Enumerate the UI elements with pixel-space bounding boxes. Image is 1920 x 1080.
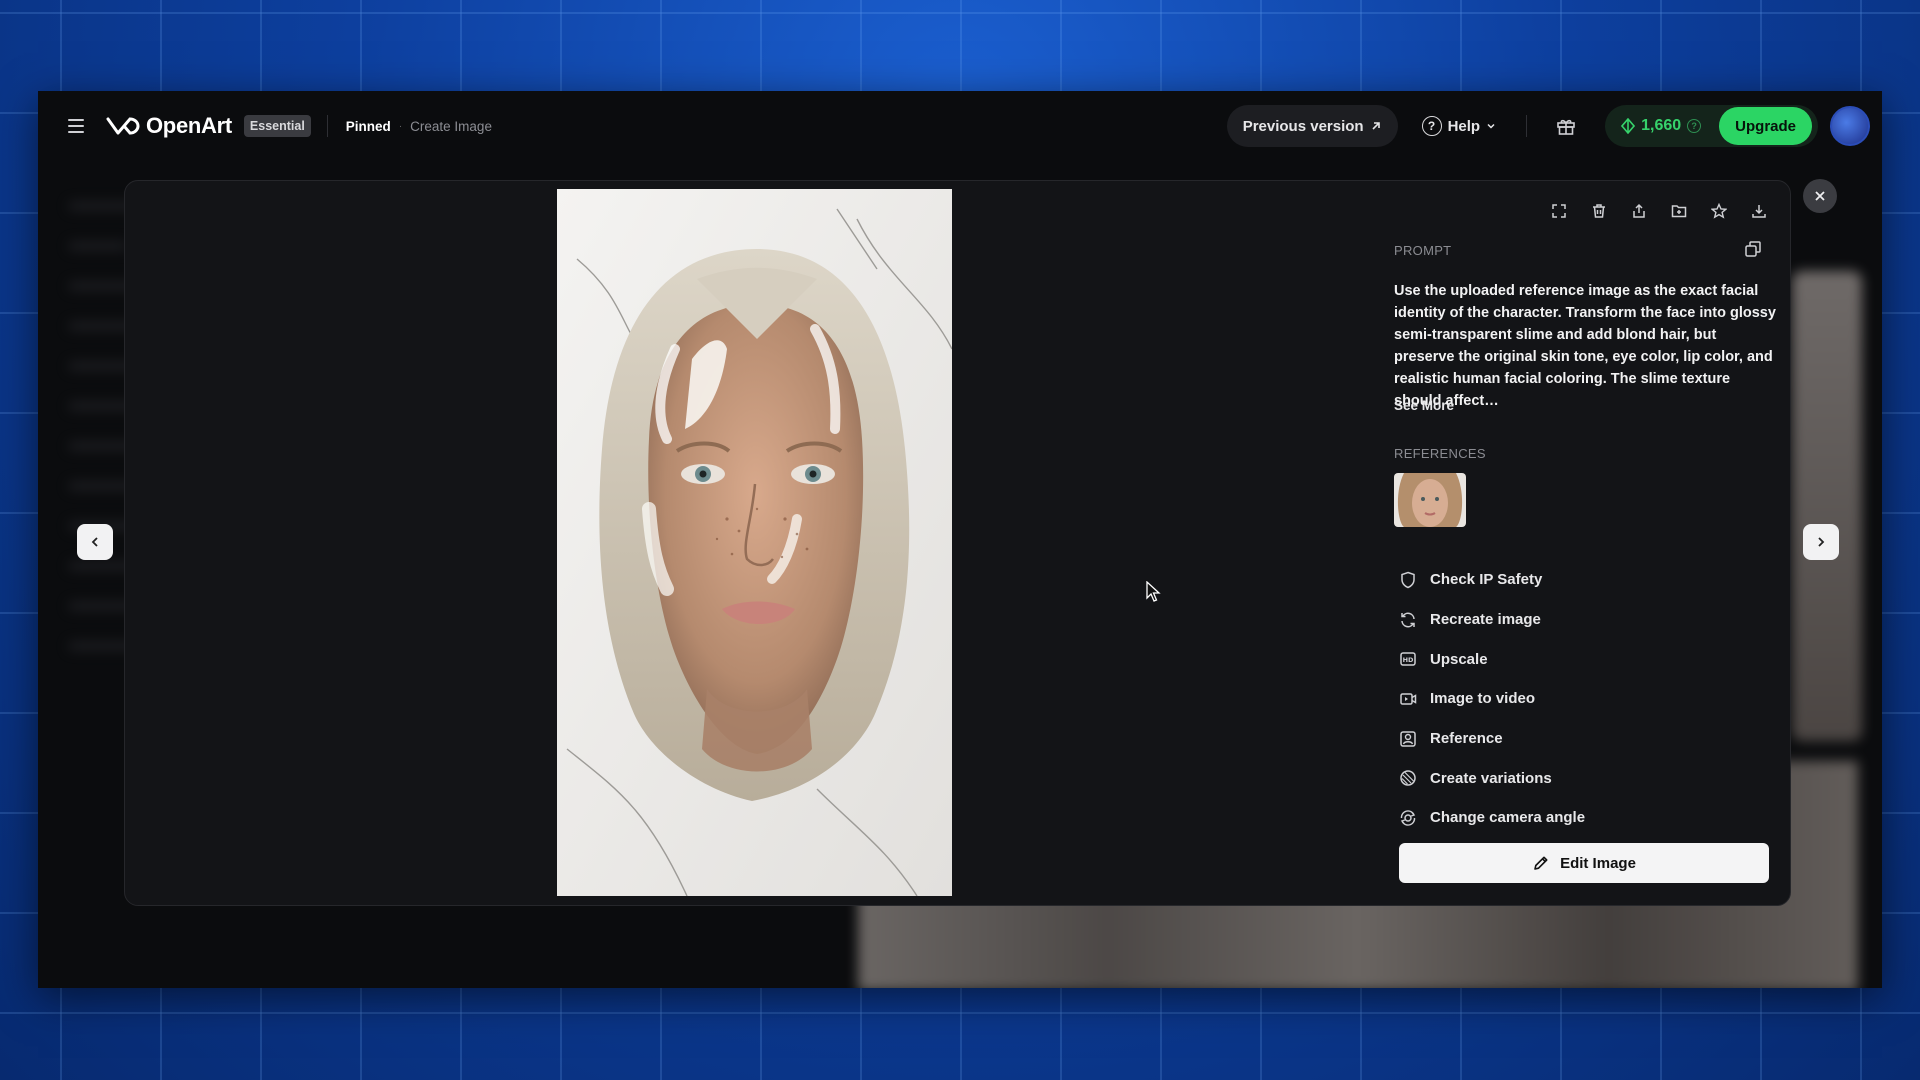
shield-icon [1398,570,1418,590]
fullscreen-icon[interactable] [1546,198,1572,224]
action-label: Image to video [1430,690,1536,708]
topbar-actions: Previous version ? Help 1,660 ? Upgrade [1226,105,1870,147]
download-icon[interactable] [1746,198,1772,224]
action-label: Recreate image [1430,611,1541,629]
star-icon[interactable] [1706,198,1732,224]
plan-badge: Essential [243,115,311,137]
divider [326,115,328,137]
top-bar: OpenArt Essential Pinned · Create Image … [38,91,1882,161]
previous-image-button[interactable] [77,524,113,560]
gift-icon [1557,119,1575,135]
breadcrumb-create-image[interactable]: Create Image [410,119,492,134]
menu-icon[interactable] [68,119,84,133]
trash-icon[interactable] [1586,198,1612,224]
generated-image[interactable] [557,189,952,896]
credits-value: 1,660 [1641,117,1682,134]
action-label: Create variations [1430,769,1552,787]
references-label: REFERENCES [1394,446,1486,461]
action-recreate-image[interactable]: Recreate image [1398,600,1585,640]
action-list: Check IP Safety Recreate image HD Upscal… [1398,560,1585,838]
action-label: Upscale [1430,650,1488,668]
add-to-folder-icon[interactable] [1666,198,1692,224]
action-label: Check IP Safety [1430,571,1543,589]
credits-pill[interactable]: 1,660 ? Upgrade [1605,105,1818,147]
edit-image-button[interactable]: Edit Image [1399,843,1769,883]
credits-info-icon[interactable]: ? [1687,119,1702,133]
share-icon[interactable] [1626,198,1652,224]
image-toolbar [1546,198,1772,224]
action-reference[interactable]: Reference [1398,719,1585,759]
pencil-icon [1534,856,1548,870]
portrait-image [557,189,952,896]
breadcrumb-pinned[interactable]: Pinned [346,119,391,134]
action-upscale[interactable]: HD Upscale [1398,639,1585,679]
arrow-up-right-icon [1372,122,1380,130]
video-icon [1398,689,1418,709]
user-avatar[interactable] [1830,106,1870,146]
close-icon [1815,191,1825,201]
hd-icon: HD [1398,649,1418,669]
camera-angle-icon [1398,808,1418,828]
next-image-button[interactable] [1803,524,1839,560]
action-label: Reference [1430,730,1503,748]
refresh-icon [1398,610,1418,630]
logo[interactable]: OpenArt [106,113,232,139]
mouse-cursor-icon [1146,580,1162,608]
openart-logo-icon [106,117,140,135]
chevron-right-icon [1818,537,1825,547]
chevron-left-icon [91,537,98,547]
chevron-down-icon [1487,123,1495,129]
action-image-to-video[interactable]: Image to video [1398,679,1585,719]
help-label: Help [1447,117,1481,135]
variations-icon [1398,768,1418,788]
divider [1526,115,1528,137]
blurred-thumbnail [1792,271,1862,741]
diamond-icon [1621,118,1636,134]
prompt-text: Use the uploaded reference image as the … [1394,283,1776,409]
action-change-camera-angle[interactable]: Change camera angle [1398,798,1585,838]
edit-image-label: Edit Image [1560,854,1636,872]
close-modal-button[interactable] [1803,179,1837,213]
upgrade-button[interactable]: Upgrade [1719,107,1812,145]
help-menu[interactable]: ? Help [1408,116,1509,136]
previous-version-button[interactable]: Previous version [1226,105,1398,147]
image-reference-icon [1398,729,1418,749]
help-icon: ? [1421,116,1442,136]
prompt-label: PROMPT [1394,243,1452,258]
action-create-variations[interactable]: Create variations [1398,758,1585,798]
action-label: Change camera angle [1430,809,1586,827]
action-check-ip-safety[interactable]: Check IP Safety [1398,560,1585,600]
svg-text:HD: HD [1403,656,1414,664]
previous-version-label: Previous version [1242,117,1364,135]
reference-thumbnail[interactable] [1394,473,1466,527]
breadcrumb-separator: · [398,120,403,132]
copy-prompt-icon[interactable] [1744,240,1762,263]
see-more-link[interactable]: See More [1394,398,1454,413]
logo-text: OpenArt [146,113,232,138]
gift-button[interactable] [1545,105,1587,147]
